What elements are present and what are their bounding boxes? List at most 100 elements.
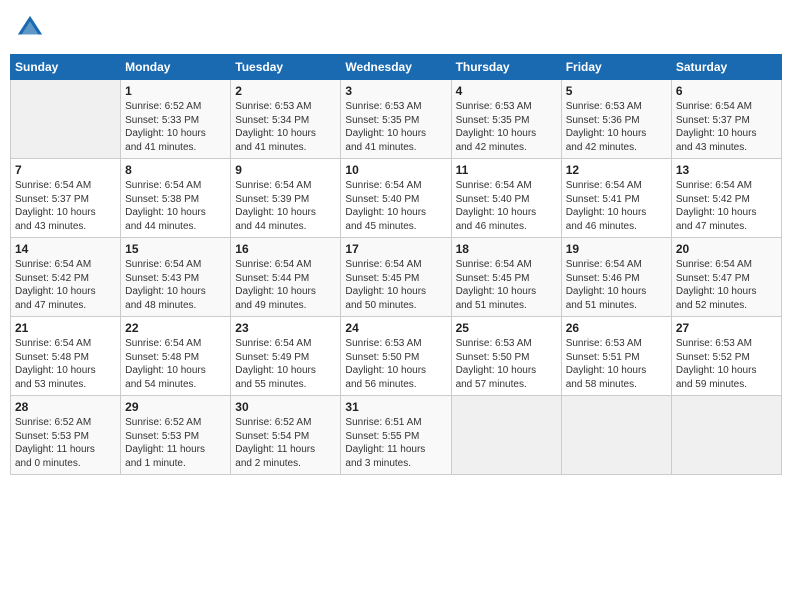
day-number: 1 (125, 84, 226, 98)
calendar-cell: 12 Sunrise: 6:54 AMSunset: 5:41 PMDayligh… (561, 159, 671, 238)
day-info: Sunrise: 6:54 AMSunset: 5:46 PMDaylight:… (566, 258, 667, 312)
calendar-cell: 25 Sunrise: 6:53 AMSunset: 5:50 PMDayligh… (451, 317, 561, 396)
day-info: Sunrise: 6:54 AMSunset: 5:40 PMDaylight:… (345, 179, 446, 233)
day-number: 24 (345, 321, 446, 335)
day-number: 12 (566, 163, 667, 177)
day-info: Sunrise: 6:54 AMSunset: 5:39 PMDaylight:… (235, 179, 336, 233)
calendar-cell (451, 396, 561, 475)
day-number: 13 (676, 163, 777, 177)
calendar-cell: 5 Sunrise: 6:53 AMSunset: 5:36 PMDaylight… (561, 80, 671, 159)
calendar-cell: 11 Sunrise: 6:54 AMSunset: 5:40 PMDayligh… (451, 159, 561, 238)
calendar-cell: 2 Sunrise: 6:53 AMSunset: 5:34 PMDaylight… (231, 80, 341, 159)
day-info: Sunrise: 6:52 AMSunset: 5:54 PMDaylight:… (235, 416, 336, 470)
calendar-cell: 9 Sunrise: 6:54 AMSunset: 5:39 PMDaylight… (231, 159, 341, 238)
day-number: 28 (15, 400, 116, 414)
col-header-monday: Monday (121, 55, 231, 80)
day-number: 27 (676, 321, 777, 335)
col-header-saturday: Saturday (671, 55, 781, 80)
calendar-week-row: 14Sunrise: 6:54 AMSunset: 5:42 PMDayligh… (11, 238, 782, 317)
calendar-cell: 20 Sunrise: 6:54 AMSunset: 5:47 PMDayligh… (671, 238, 781, 317)
day-number: 11 (456, 163, 557, 177)
col-header-wednesday: Wednesday (341, 55, 451, 80)
day-info: Sunrise: 6:52 AMSunset: 5:33 PMDaylight:… (125, 100, 226, 154)
day-info: Sunrise: 6:53 AMSunset: 5:50 PMDaylight:… (345, 337, 446, 391)
page-header (10, 10, 782, 46)
day-number: 20 (676, 242, 777, 256)
col-header-friday: Friday (561, 55, 671, 80)
calendar-week-row: 1 Sunrise: 6:52 AMSunset: 5:33 PMDaylight… (11, 80, 782, 159)
logo-icon (16, 14, 44, 42)
calendar-cell: 29 Sunrise: 6:52 AMSunset: 5:53 PMDayligh… (121, 396, 231, 475)
calendar-table: SundayMondayTuesdayWednesdayThursdayFrid… (10, 54, 782, 475)
logo (16, 14, 46, 42)
calendar-cell (671, 396, 781, 475)
day-number: 29 (125, 400, 226, 414)
calendar-week-row: 28 Sunrise: 6:52 AMSunset: 5:53 PMDayligh… (11, 396, 782, 475)
calendar-cell: 3 Sunrise: 6:53 AMSunset: 5:35 PMDaylight… (341, 80, 451, 159)
day-number: 22 (125, 321, 226, 335)
calendar-cell: 16Sunrise: 6:54 AMSunset: 5:44 PMDayligh… (231, 238, 341, 317)
calendar-cell: 1 Sunrise: 6:52 AMSunset: 5:33 PMDaylight… (121, 80, 231, 159)
day-info: Sunrise: 6:51 AMSunset: 5:55 PMDaylight:… (345, 416, 446, 470)
calendar-cell: 14Sunrise: 6:54 AMSunset: 5:42 PMDayligh… (11, 238, 121, 317)
day-number: 25 (456, 321, 557, 335)
day-info: Sunrise: 6:54 AMSunset: 5:47 PMDaylight:… (676, 258, 777, 312)
day-info: Sunrise: 6:54 AMSunset: 5:41 PMDaylight:… (566, 179, 667, 233)
day-info: Sunrise: 6:54 AMSunset: 5:48 PMDaylight:… (125, 337, 226, 391)
day-info: Sunrise: 6:54 AMSunset: 5:38 PMDaylight:… (125, 179, 226, 233)
day-number: 8 (125, 163, 226, 177)
calendar-week-row: 7 Sunrise: 6:54 AMSunset: 5:37 PMDaylight… (11, 159, 782, 238)
calendar-week-row: 21 Sunrise: 6:54 AMSunset: 5:48 PMDayligh… (11, 317, 782, 396)
day-number: 5 (566, 84, 667, 98)
day-info: Sunrise: 6:52 AMSunset: 5:53 PMDaylight:… (125, 416, 226, 470)
day-number: 2 (235, 84, 336, 98)
col-header-thursday: Thursday (451, 55, 561, 80)
calendar-cell: 10 Sunrise: 6:54 AMSunset: 5:40 PMDayligh… (341, 159, 451, 238)
calendar-cell: 30 Sunrise: 6:52 AMSunset: 5:54 PMDayligh… (231, 396, 341, 475)
day-info: Sunrise: 6:54 AMSunset: 5:43 PMDaylight:… (125, 258, 226, 312)
day-info: Sunrise: 6:53 AMSunset: 5:36 PMDaylight:… (566, 100, 667, 154)
day-info: Sunrise: 6:54 AMSunset: 5:37 PMDaylight:… (676, 100, 777, 154)
day-number: 19 (566, 242, 667, 256)
day-info: Sunrise: 6:53 AMSunset: 5:51 PMDaylight:… (566, 337, 667, 391)
calendar-cell: 28 Sunrise: 6:52 AMSunset: 5:53 PMDayligh… (11, 396, 121, 475)
day-number: 30 (235, 400, 336, 414)
day-info: Sunrise: 6:54 AMSunset: 5:49 PMDaylight:… (235, 337, 336, 391)
day-number: 6 (676, 84, 777, 98)
day-number: 7 (15, 163, 116, 177)
calendar-cell: 15 Sunrise: 6:54 AMSunset: 5:43 PMDayligh… (121, 238, 231, 317)
day-info: Sunrise: 6:54 AMSunset: 5:40 PMDaylight:… (456, 179, 557, 233)
day-info: Sunrise: 6:53 AMSunset: 5:35 PMDaylight:… (345, 100, 446, 154)
day-number: 14 (15, 242, 116, 256)
day-number: 9 (235, 163, 336, 177)
calendar-cell: 24 Sunrise: 6:53 AMSunset: 5:50 PMDayligh… (341, 317, 451, 396)
calendar-cell: 4 Sunrise: 6:53 AMSunset: 5:35 PMDaylight… (451, 80, 561, 159)
calendar-cell: 31Sunrise: 6:51 AMSunset: 5:55 PMDayligh… (341, 396, 451, 475)
calendar-cell: 6 Sunrise: 6:54 AMSunset: 5:37 PMDaylight… (671, 80, 781, 159)
day-info: Sunrise: 6:54 AMSunset: 5:48 PMDaylight:… (15, 337, 116, 391)
day-info: Sunrise: 6:54 AMSunset: 5:37 PMDaylight:… (15, 179, 116, 233)
day-info: Sunrise: 6:54 AMSunset: 5:45 PMDaylight:… (456, 258, 557, 312)
calendar-cell: 19 Sunrise: 6:54 AMSunset: 5:46 PMDayligh… (561, 238, 671, 317)
calendar-cell: 17Sunrise: 6:54 AMSunset: 5:45 PMDayligh… (341, 238, 451, 317)
day-info: Sunrise: 6:53 AMSunset: 5:35 PMDaylight:… (456, 100, 557, 154)
calendar-cell: 13Sunrise: 6:54 AMSunset: 5:42 PMDayligh… (671, 159, 781, 238)
col-header-sunday: Sunday (11, 55, 121, 80)
day-info: Sunrise: 6:52 AMSunset: 5:53 PMDaylight:… (15, 416, 116, 470)
day-info: Sunrise: 6:53 AMSunset: 5:50 PMDaylight:… (456, 337, 557, 391)
day-number: 23 (235, 321, 336, 335)
day-number: 16 (235, 242, 336, 256)
day-info: Sunrise: 6:54 AMSunset: 5:45 PMDaylight:… (345, 258, 446, 312)
day-number: 21 (15, 321, 116, 335)
day-number: 4 (456, 84, 557, 98)
day-number: 26 (566, 321, 667, 335)
day-number: 15 (125, 242, 226, 256)
calendar-cell: 8 Sunrise: 6:54 AMSunset: 5:38 PMDaylight… (121, 159, 231, 238)
day-number: 3 (345, 84, 446, 98)
calendar-cell: 21 Sunrise: 6:54 AMSunset: 5:48 PMDayligh… (11, 317, 121, 396)
calendar-header-row: SundayMondayTuesdayWednesdayThursdayFrid… (11, 55, 782, 80)
calendar-cell (11, 80, 121, 159)
day-number: 10 (345, 163, 446, 177)
col-header-tuesday: Tuesday (231, 55, 341, 80)
day-info: Sunrise: 6:53 AMSunset: 5:34 PMDaylight:… (235, 100, 336, 154)
